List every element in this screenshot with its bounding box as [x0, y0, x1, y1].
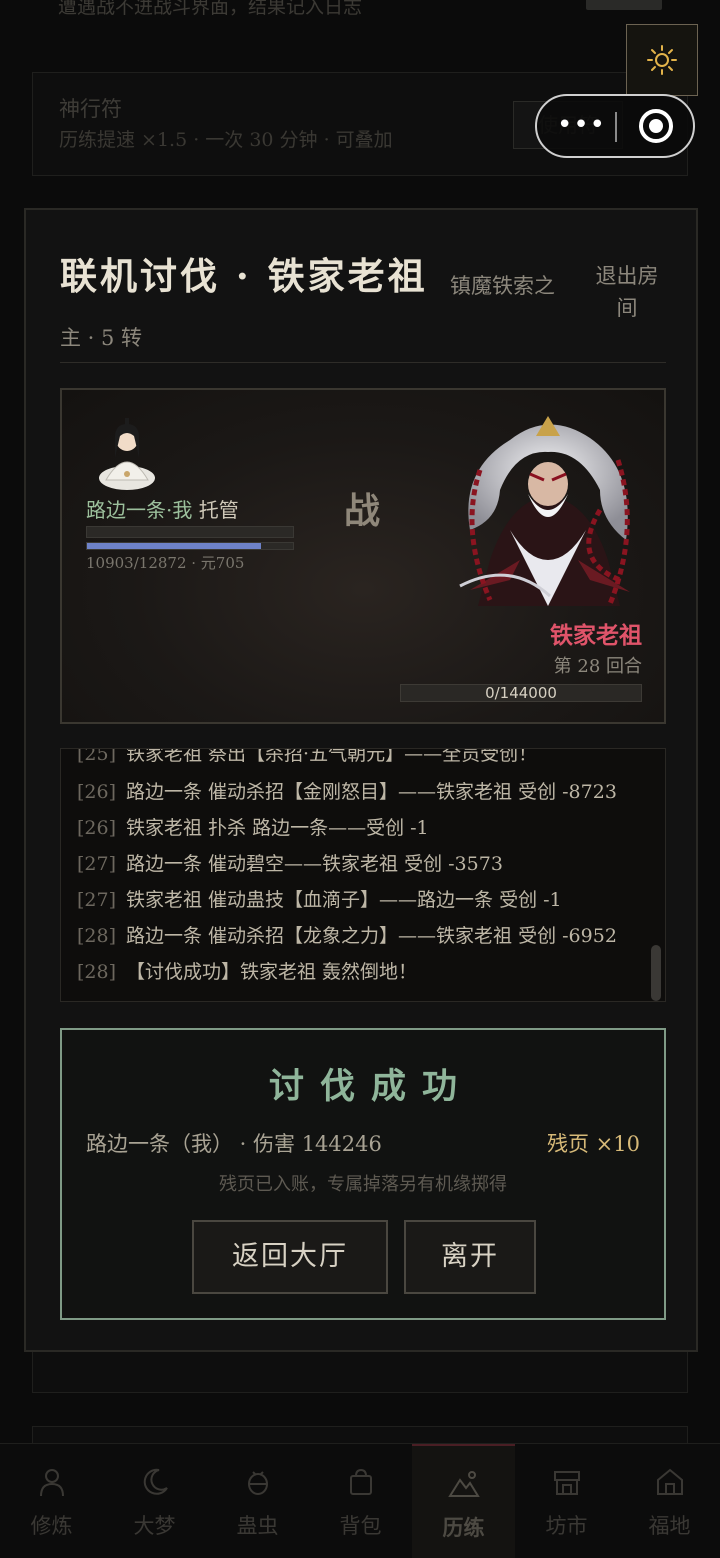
battle-log[interactable]: [25] 铁家老祖 祭出【杀招·五气朝元】——全员受创！ [26] 路边一条 催动杀…	[60, 748, 666, 1002]
nav-item-adventure[interactable]: 历练	[412, 1444, 515, 1558]
header-divider	[60, 362, 666, 363]
modal-title: 联机讨伐 · 铁家老祖	[60, 254, 428, 298]
boss-hp-text: 0/144000	[485, 684, 557, 702]
log-entry: [28] 【讨伐成功】铁家老祖 轰然倒地！	[77, 961, 418, 983]
log-scrollbar[interactable]	[651, 945, 661, 1001]
nav-label: 坊市	[545, 1514, 588, 1538]
bug-icon	[248, 1471, 268, 1495]
player-stats: 10903/12872 · 元705	[86, 554, 245, 572]
result-panel: 讨伐成功 路边一条（我） · 伤害 144246 残页 ×10 残页已入账，专属…	[60, 1028, 666, 1320]
mountain-icon	[448, 1471, 480, 1497]
bottom-nav: 修炼 大梦 蛊虫 背包 历练 坊市 福地	[0, 1443, 720, 1558]
nav-item-blessed-land[interactable]: 福地	[618, 1444, 720, 1558]
screen: 遭遇战不进战斗界面，结果记入日志 神行符 历练提速 ×1.5 · 一次 30 分…	[0, 0, 720, 1558]
boss-hp-bar: 0/144000	[400, 684, 642, 702]
nav-label: 福地	[648, 1514, 691, 1538]
nav-item-cultivate[interactable]: 修炼	[0, 1444, 103, 1558]
log-entry: [27] 铁家老祖 催动蛊技【血滴子】——路边一条 受创 -1	[77, 889, 562, 911]
item-title: 神行符	[59, 97, 122, 121]
player-name-text: 路边一条·我	[86, 498, 193, 522]
item-description: 历练提速 ×1.5 · 一次 30 分钟 · 可叠加	[59, 129, 393, 151]
exit-room-button[interactable]: 退出房间	[592, 260, 662, 324]
background-top-button	[586, 0, 662, 10]
log-entry: [26] 铁家老祖 扑杀 路边一条——受创 -1	[77, 817, 429, 839]
versus-label: 战	[344, 490, 381, 532]
nav-label: 大梦	[133, 1514, 176, 1538]
close-miniprogram-icon[interactable]	[639, 109, 673, 143]
nav-label: 历练	[442, 1515, 485, 1540]
leave-button[interactable]: 离开	[404, 1220, 536, 1294]
person-icon	[40, 1469, 64, 1497]
bag-icon	[350, 1468, 372, 1495]
reward-label: 残页 ×10	[547, 1132, 640, 1156]
log-entry: [27] 路边一条 催动碧空——铁家老祖 受创 -3573	[77, 853, 503, 875]
nav-label: 蛊虫	[236, 1514, 279, 1538]
miniprogram-capsule: •••	[535, 94, 695, 158]
home-icon	[657, 1468, 683, 1495]
boss-name: 铁家老祖	[550, 622, 642, 649]
background-hint-text: 遭遇战不进战斗界面，结果记入日志	[58, 0, 363, 18]
auto-battle-tag: 托管	[198, 498, 239, 522]
nav-item-dream[interactable]: 大梦	[103, 1444, 206, 1558]
boss-portrait	[459, 416, 630, 606]
battle-arena: 路边一条·我 托管 10903/12872 · 元705 战 铁家老祖 第 28…	[60, 388, 666, 724]
nav-item-market[interactable]: 坊市	[515, 1444, 618, 1558]
player-hp-fill	[87, 543, 262, 549]
raid-modal: 镇魔铁索之主 · 5 转 联机讨伐 · 铁家老祖 退出房间 路边一条·我 托管 …	[24, 208, 698, 1352]
theme-toggle-button[interactable]	[626, 24, 698, 96]
nav-label: 背包	[339, 1514, 382, 1538]
player-name: 路边一条·我 托管	[86, 494, 239, 523]
damage-summary: 路边一条（我） · 伤害 144246	[86, 1132, 382, 1156]
shop-icon	[554, 1471, 580, 1495]
player-energy-bar	[86, 526, 294, 538]
nav-item-gu[interactable]: 蛊虫	[206, 1444, 309, 1558]
nav-item-bag[interactable]: 背包	[309, 1444, 412, 1558]
log-entry: [28] 路边一条 催动杀招【龙象之力】——铁家老祖 受创 -6952	[77, 925, 617, 947]
return-lobby-button[interactable]: 返回大厅	[192, 1220, 388, 1294]
reward-note: 残页已入账，专属掉落另有机缘掷得	[219, 1174, 507, 1195]
result-title: 讨伐成功	[268, 1066, 473, 1107]
log-entry: [25] 铁家老祖 祭出【杀招·五气朝元】——全员受创！	[77, 748, 538, 765]
more-menu-icon[interactable]: •••	[557, 110, 606, 140]
sun-icon	[647, 45, 677, 75]
capsule-divider	[615, 112, 617, 142]
moon-icon	[143, 1468, 168, 1495]
background-card-bottom	[32, 1345, 688, 1393]
nav-label: 修炼	[30, 1514, 73, 1538]
player-avatar	[99, 418, 155, 490]
round-counter: 第 28 回合	[553, 656, 642, 677]
log-entry: [26] 路边一条 催动杀招【金刚怒目】——铁家老祖 受创 -8723	[77, 781, 617, 803]
player-hp-bar	[86, 542, 294, 550]
